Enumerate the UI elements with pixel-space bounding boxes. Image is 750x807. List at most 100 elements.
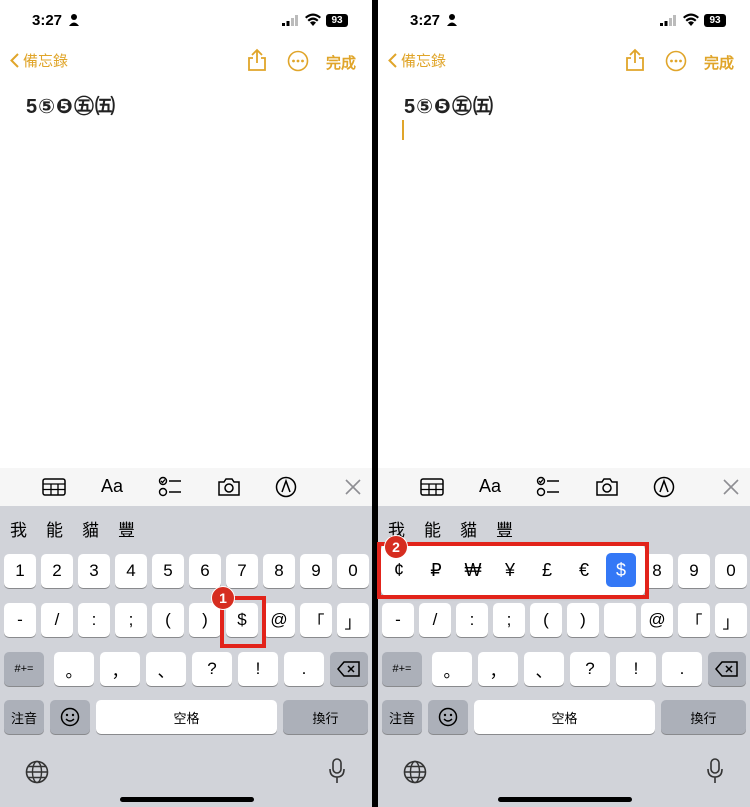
markup-icon[interactable] xyxy=(275,476,297,498)
key-0[interactable]: 0 xyxy=(715,554,747,588)
key-open-paren[interactable]: ( xyxy=(530,603,562,637)
key-hyphen[interactable]: - xyxy=(4,603,36,637)
camera-icon[interactable] xyxy=(595,477,619,497)
back-button[interactable]: 備忘錄 xyxy=(388,50,446,71)
markup-icon[interactable] xyxy=(653,476,675,498)
globe-icon[interactable] xyxy=(403,760,427,784)
key-semicolon[interactable]: ; xyxy=(115,603,147,637)
checklist-icon[interactable] xyxy=(158,476,182,498)
delete-button[interactable] xyxy=(708,652,746,686)
close-icon[interactable] xyxy=(345,479,361,495)
camera-icon[interactable] xyxy=(217,477,241,497)
key-period[interactable]: . xyxy=(284,652,324,686)
key-comma-cjk[interactable]: ， xyxy=(478,652,518,686)
table-icon[interactable] xyxy=(42,478,66,496)
key-question[interactable]: ? xyxy=(192,652,232,686)
key-colon[interactable]: : xyxy=(78,603,110,637)
key-slash[interactable]: / xyxy=(41,603,73,637)
key-exclaim[interactable]: ! xyxy=(238,652,278,686)
more-icon[interactable] xyxy=(665,50,687,72)
key-open-paren[interactable]: ( xyxy=(152,603,184,637)
key-7[interactable]: 7 xyxy=(226,554,258,588)
space-key[interactable]: 空格 xyxy=(474,700,655,734)
key-open-bracket[interactable]: 「 xyxy=(678,603,710,637)
delete-button[interactable] xyxy=(330,652,368,686)
key-hyphen[interactable]: - xyxy=(382,603,414,637)
key-comma-cjk[interactable]: ， xyxy=(100,652,140,686)
key-at[interactable]: @ xyxy=(263,603,295,637)
key-enum-comma[interactable]: 、 xyxy=(524,652,564,686)
input-mode-button[interactable]: 注音 xyxy=(382,700,422,734)
key-enum-comma[interactable]: 、 xyxy=(146,652,186,686)
candidate-word[interactable]: 豐 xyxy=(118,516,135,541)
table-icon[interactable] xyxy=(420,478,444,496)
key-more-symbols[interactable]: #+= xyxy=(382,652,422,686)
key-close-bracket[interactable]: 」 xyxy=(337,603,369,637)
candidate-word[interactable]: 豐 xyxy=(496,516,513,541)
microphone-icon[interactable] xyxy=(328,758,346,784)
key-1[interactable]: 1 xyxy=(4,554,36,588)
emoji-button[interactable] xyxy=(50,700,90,734)
more-icon[interactable] xyxy=(287,50,309,72)
key-2[interactable]: 2 xyxy=(41,554,73,588)
share-icon[interactable] xyxy=(625,48,645,72)
emoji-button[interactable] xyxy=(428,700,468,734)
key-3[interactable]: 3 xyxy=(78,554,110,588)
done-button[interactable]: 完成 xyxy=(704,52,734,73)
status-bar: 3:27 93 xyxy=(0,0,372,40)
key-4[interactable]: 4 xyxy=(115,554,147,588)
wifi-icon xyxy=(305,13,321,26)
home-indicator xyxy=(498,797,632,802)
candidate-word[interactable]: 能 xyxy=(46,516,63,541)
return-key[interactable]: 換行 xyxy=(661,700,746,734)
input-mode-button[interactable]: 注音 xyxy=(4,700,44,734)
share-icon[interactable] xyxy=(247,48,267,72)
key-close-bracket[interactable]: 」 xyxy=(715,603,747,637)
back-label: 備忘錄 xyxy=(23,53,69,70)
candidate-word[interactable]: 我 xyxy=(10,516,27,541)
key-open-bracket[interactable]: 「 xyxy=(300,603,332,637)
key-9[interactable]: 9 xyxy=(300,554,332,588)
back-label: 備忘錄 xyxy=(401,53,447,70)
chevron-left-icon xyxy=(388,53,397,68)
key-at[interactable]: @ xyxy=(641,603,673,637)
step-badge-2: 2 xyxy=(384,535,408,559)
candidate-word[interactable]: 能 xyxy=(424,516,441,541)
back-button[interactable]: 備忘錄 xyxy=(10,50,68,71)
text-cursor xyxy=(402,120,404,140)
key-question[interactable]: ? xyxy=(570,652,610,686)
format-button[interactable]: Aa xyxy=(479,476,501,497)
keyboard: Aa 我 能 貓 豐 1 2 3 4 5 6 7 8 9 0 - / : ; (… xyxy=(0,468,372,807)
done-button[interactable]: 完成 xyxy=(326,52,356,73)
key-0[interactable]: 0 xyxy=(337,554,369,588)
key-more-symbols[interactable]: #+= xyxy=(4,652,44,686)
currency-popup-highlight xyxy=(377,542,649,599)
key-9[interactable]: 9 xyxy=(678,554,710,588)
format-button[interactable]: Aa xyxy=(101,476,123,497)
space-key[interactable]: 空格 xyxy=(96,700,277,734)
key-period[interactable]: . xyxy=(662,652,702,686)
key-semicolon[interactable]: ; xyxy=(493,603,525,637)
close-icon[interactable] xyxy=(723,479,739,495)
note-text[interactable]: 5⑤❺㊄㈤ xyxy=(26,90,116,119)
key-5[interactable]: 5 xyxy=(152,554,184,588)
key-exclaim[interactable]: ! xyxy=(616,652,656,686)
phone-screen-left: 3:27 93 備忘錄 完成 5⑤❺㊄㈤ Aa 我 能 貓 豐 1 2 3 4 … xyxy=(0,0,372,807)
key-period-cjk[interactable]: 。 xyxy=(54,652,94,686)
key-close-paren[interactable]: ) xyxy=(567,603,599,637)
key-6[interactable]: 6 xyxy=(189,554,221,588)
wifi-icon xyxy=(683,13,699,26)
return-key[interactable]: 換行 xyxy=(283,700,368,734)
note-text[interactable]: 5⑤❺㊄㈤ xyxy=(404,90,494,119)
microphone-icon[interactable] xyxy=(706,758,724,784)
key-8[interactable]: 8 xyxy=(263,554,295,588)
candidate-word[interactable]: 貓 xyxy=(82,516,99,541)
globe-icon[interactable] xyxy=(25,760,49,784)
candidate-bar: 我 能 貓 豐 xyxy=(378,510,750,540)
key-slash[interactable]: / xyxy=(419,603,451,637)
checklist-icon[interactable] xyxy=(536,476,560,498)
candidate-word[interactable]: 貓 xyxy=(460,516,477,541)
key-dollar-pressed[interactable] xyxy=(604,603,636,637)
key-period-cjk[interactable]: 。 xyxy=(432,652,472,686)
key-colon[interactable]: : xyxy=(456,603,488,637)
